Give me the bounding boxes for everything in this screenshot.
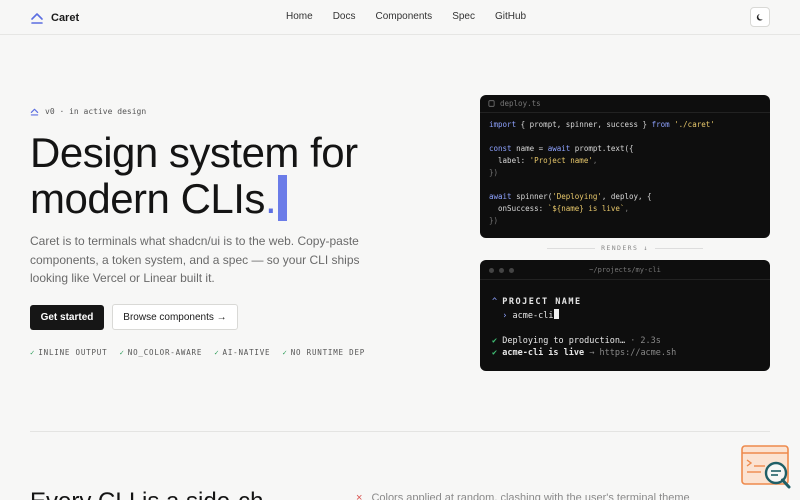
hero-description: Caret is to terminals what shadcn/ui is … xyxy=(30,234,360,285)
code-block: import { prompt, spinner, success } from… xyxy=(489,120,715,225)
nav-link-docs[interactable]: Docs xyxy=(333,11,356,22)
hero-title-line2: modern CLIs xyxy=(30,175,265,222)
search-console-icon[interactable] xyxy=(741,445,793,491)
renders-divider: RENDERS ↓ xyxy=(480,242,770,254)
x-icon: × xyxy=(356,492,363,500)
caret-up-icon xyxy=(30,108,39,116)
version-badge: v0 · in active design xyxy=(30,107,146,116)
text-caret xyxy=(278,175,288,221)
prompt-label: PROJECT NAME xyxy=(502,297,582,307)
terminal-cursor xyxy=(554,308,560,319)
renders-label: RENDERS ↓ xyxy=(601,244,649,252)
divider-line xyxy=(547,247,596,249)
success-check-icon: ✔ xyxy=(492,348,498,358)
code-example-panel: deploy.ts import { prompt, spinner, succ… xyxy=(480,95,770,238)
feature-item: ✓ INLINE OUTPUT xyxy=(30,348,108,357)
get-started-button[interactable]: Get started xyxy=(30,305,104,330)
check-icon: ✓ xyxy=(119,348,125,357)
top-nav: Caret Home Docs Components Spec GitHub xyxy=(0,0,800,35)
hero-title-dot: . xyxy=(264,175,277,222)
input-mark: › xyxy=(502,310,508,321)
moon-icon xyxy=(756,13,763,21)
terminal-preview: ~/projects/my-cli ^ PROJECT NAME › acme-… xyxy=(480,260,770,371)
feature-item: ✓ NO_COLOR-AWARE xyxy=(119,348,203,357)
caret-up-icon xyxy=(31,13,43,24)
check-icon: ✓ xyxy=(282,348,288,357)
feature-item: ✓ NO RUNTIME DEP xyxy=(282,348,366,357)
nav-links: Home Docs Components Spec GitHub xyxy=(286,11,546,22)
nav-link-spec[interactable]: Spec xyxy=(452,11,475,22)
feature-list: ✓ INLINE OUTPUT ✓ NO_COLOR-AWARE ✓ AI-NATIV… xyxy=(30,348,377,357)
badge-text: v0 · in active design xyxy=(45,107,147,116)
terminal-output: ^ PROJECT NAME › acme-cli ✔ Deploying to… xyxy=(492,297,677,358)
brand-name: Caret xyxy=(51,12,80,24)
brand[interactable]: Caret xyxy=(30,10,79,26)
success-check-icon: ✔ xyxy=(492,335,498,346)
problem-item: × Colors applied at random, clashing with… xyxy=(356,492,690,500)
hero-title: Design system for modern CLIs. xyxy=(30,131,390,221)
nav-link-components[interactable]: Components xyxy=(375,11,432,22)
section-heading: Every CLI is a side-ch xyxy=(30,488,263,500)
file-icon xyxy=(488,100,495,107)
terminal-header: ~/projects/my-cli xyxy=(480,260,770,280)
check-icon: ✓ xyxy=(30,348,36,357)
theme-toggle-button[interactable] xyxy=(750,7,770,27)
divider-line xyxy=(654,247,703,249)
terminal-path: ~/projects/my-cli xyxy=(589,266,661,274)
prompt-mark: ^ xyxy=(492,297,498,307)
code-filename: deploy.ts xyxy=(500,99,541,108)
nav-link-home[interactable]: Home xyxy=(286,11,313,22)
browse-components-button[interactable]: Browse components → xyxy=(112,304,238,330)
hero-title-line1: Design system for xyxy=(30,129,358,176)
code-panel-header: deploy.ts xyxy=(480,95,770,113)
nav-link-github[interactable]: GitHub xyxy=(495,11,526,22)
check-icon: ✓ xyxy=(214,348,220,357)
section-divider xyxy=(30,431,770,432)
feature-item: ✓ AI-NATIVE xyxy=(214,348,271,357)
input-value: acme-cli xyxy=(512,310,554,321)
